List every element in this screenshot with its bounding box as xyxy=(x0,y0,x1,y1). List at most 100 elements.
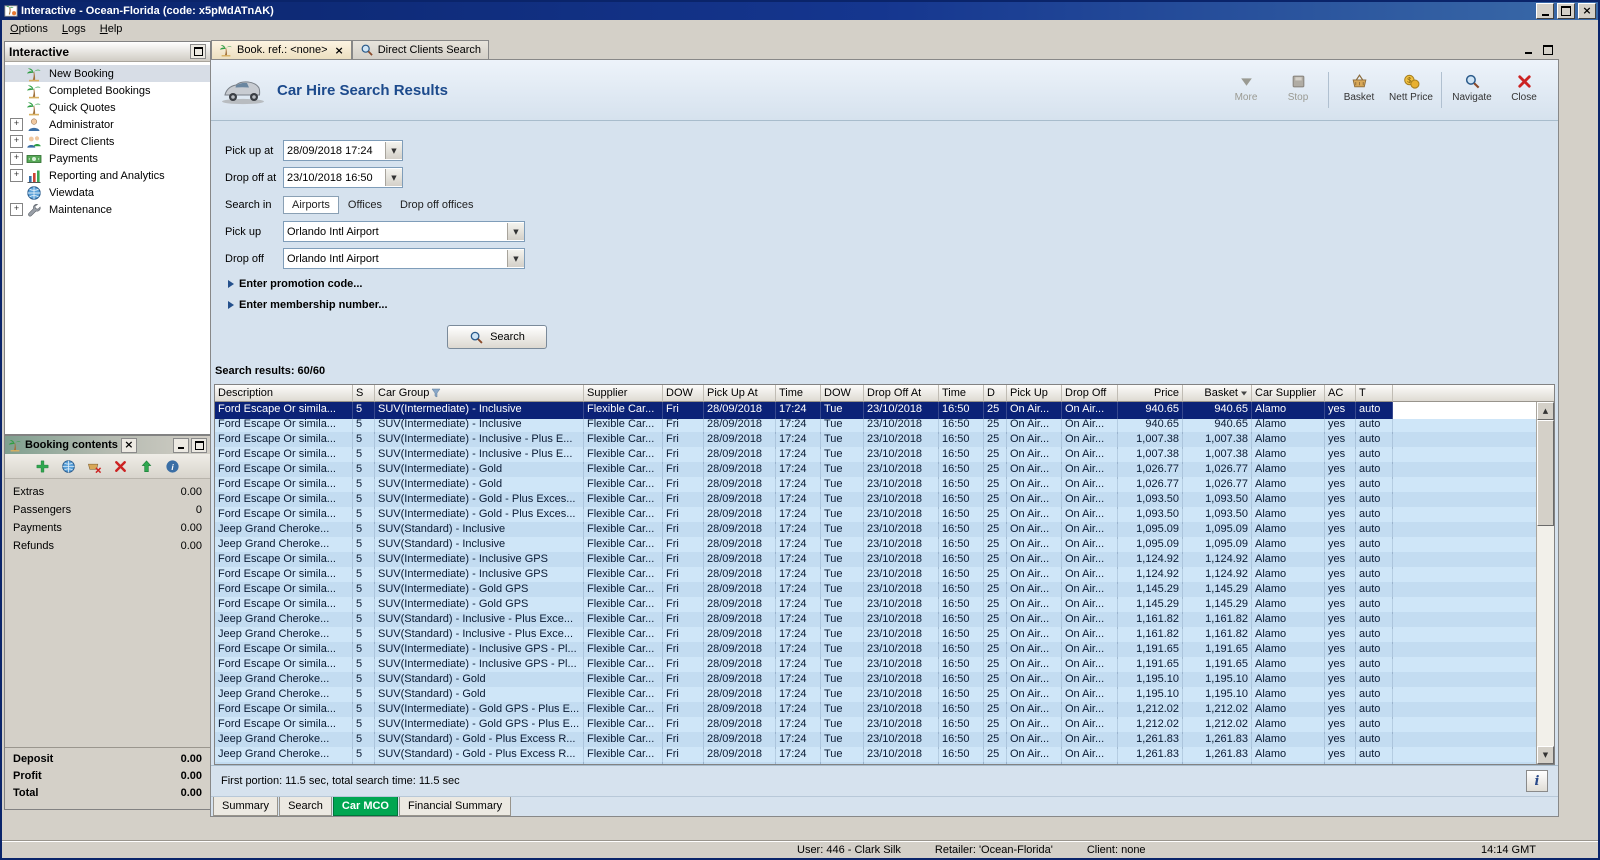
table-row[interactable]: Ford Escape Or simila... 5 SUV(Intermediat… xyxy=(215,582,1554,599)
window-minimize-button[interactable] xyxy=(1536,3,1554,19)
tab-direct-clients-search[interactable]: Direct Clients Search xyxy=(351,40,490,59)
table-row[interactable]: Ford Escape Or simila... 5 SUV(Intermediat… xyxy=(215,417,1554,434)
sidebar-item-payments[interactable]: + Payments xyxy=(5,150,210,167)
booking-item-extras[interactable]: Extras 0.00 xyxy=(11,485,204,503)
table-row[interactable]: Ford Escape Or simila... 5 SUV(Intermediat… xyxy=(215,432,1554,449)
table-row[interactable]: Jeep Grand Cheroke...5SUV(Standard) - Go… xyxy=(215,687,1554,704)
table-row[interactable]: Jeep Grand Cheroke... 5 SUV(Standard) - In… xyxy=(215,537,1554,554)
promotion-code-expander[interactable]: Enter promotion code... xyxy=(228,276,1558,292)
column-header-ac[interactable]: AC xyxy=(1325,385,1356,402)
sidebar-item-reporting-and-analytics[interactable]: + Reporting and Analytics xyxy=(5,167,210,184)
column-header-drop-off-at[interactable]: Drop Off At xyxy=(864,385,939,402)
info-button[interactable]: i xyxy=(1526,770,1548,792)
scroll-down-button[interactable]: ▼ xyxy=(1537,746,1554,764)
cartx-button[interactable] xyxy=(86,457,104,475)
search-in-airports[interactable]: Airports xyxy=(283,195,339,214)
close-button[interactable]: Close xyxy=(1498,70,1550,106)
window-close-button[interactable]: × xyxy=(1578,3,1596,19)
table-row[interactable]: Jeep Grand Cheroke... 5 SUV(Standard) - In… xyxy=(215,627,1554,644)
booking-contents-close-button[interactable]: × xyxy=(120,437,137,453)
membership-number-expander[interactable]: Enter membership number... xyxy=(228,297,1558,313)
sidebar-collapse-button[interactable] xyxy=(190,44,206,59)
table-row[interactable]: Jeep Grand Cheroke...5SUV(Standard) - Go… xyxy=(215,672,1554,689)
column-header-dow[interactable]: DOW xyxy=(663,385,704,402)
table-row[interactable]: Ford Escape Or simila... 5 SUV(Intermediat… xyxy=(215,717,1554,734)
sidebar-item-completed-bookings[interactable]: Completed Bookings xyxy=(5,82,210,99)
expand-icon[interactable]: + xyxy=(10,203,23,216)
basket-button[interactable]: Basket xyxy=(1333,70,1385,106)
pickup-at-input[interactable]: 28/09/2018 17:24 ▼ xyxy=(283,140,403,161)
booking-item-refunds[interactable]: Refunds 0.00 xyxy=(11,539,204,557)
column-header-pick-up[interactable]: Pick Up xyxy=(1007,385,1062,402)
column-header-time[interactable]: Time xyxy=(939,385,984,402)
table-row[interactable]: Jeep Grand Cheroke... 5 SUV(Standard) - In… xyxy=(215,522,1554,539)
table-row[interactable]: Ford Escape Or simila... 5 SUV(Intermediat… xyxy=(215,642,1554,659)
expand-icon[interactable]: + xyxy=(10,135,23,148)
info-button[interactable]: i xyxy=(164,457,182,475)
dropoff-location-select[interactable]: Orlando Intl Airport ▼ xyxy=(283,248,525,269)
column-header-drop-off[interactable]: Drop Off xyxy=(1062,385,1118,402)
column-header-description[interactable]: Description xyxy=(215,385,353,402)
tab-book-ref-none[interactable]: Book. ref.: <none> × xyxy=(211,40,352,59)
menu-item-logs[interactable]: Logs xyxy=(55,21,93,37)
search-in-offices[interactable]: Offices xyxy=(339,196,391,214)
vertical-scrollbar[interactable]: ▲ ▼ xyxy=(1536,402,1554,764)
table-row[interactable]: Ford Escape Or simila... 5 SUV(Intermediat… xyxy=(215,567,1554,584)
expand-icon[interactable]: + xyxy=(10,169,23,182)
sidebar-item-quick-quotes[interactable]: Quick Quotes xyxy=(5,99,210,116)
column-header-time[interactable]: Time xyxy=(776,385,821,402)
column-header-pick-up-at[interactable]: Pick Up At xyxy=(704,385,776,402)
sidebar-item-new-booking[interactable]: New Booking xyxy=(5,65,210,82)
booking-item-payments[interactable]: Payments 0.00 xyxy=(11,521,204,539)
pickup-at-dropdown-icon[interactable]: ▼ xyxy=(385,142,402,159)
scroll-up-button[interactable]: ▲ xyxy=(1537,402,1554,420)
nett-price-button[interactable]: $ Nett Price xyxy=(1385,70,1437,106)
sidebar-item-direct-clients[interactable]: + Direct Clients xyxy=(5,133,210,150)
search-in-drop-off-offices[interactable]: Drop off offices xyxy=(391,196,483,214)
navigate-button[interactable]: Navigate xyxy=(1446,70,1498,106)
table-row[interactable]: Jeep Grand Cheroke... 5 SUV(Standard) - In… xyxy=(215,612,1554,629)
table-row[interactable]: Ford Escape Or simila... 5 SUV(Intermediat… xyxy=(215,402,1554,419)
globe2-button[interactable] xyxy=(60,457,78,475)
table-row[interactable]: Jeep Grand Cheroke...5SUV(Standard) - Go… xyxy=(215,762,1554,764)
column-header-basket[interactable]: Basket xyxy=(1183,385,1252,402)
filter-icon[interactable] xyxy=(431,388,441,398)
table-row[interactable]: Ford Escape Or simila... 5 SUV(Intermediat… xyxy=(215,702,1554,719)
table-row[interactable]: Ford Escape Or simila... 5 SUV(Intermediat… xyxy=(215,462,1554,479)
table-row[interactable]: Ford Escape Or simila... 5 SUV(Intermediat… xyxy=(215,552,1554,569)
expand-icon[interactable]: + xyxy=(10,152,23,165)
pickup-location-select[interactable]: Orlando Intl Airport ▼ xyxy=(283,221,525,242)
pickup-location-dropdown-icon[interactable]: ▼ xyxy=(507,223,524,240)
dropoff-location-dropdown-icon[interactable]: ▼ xyxy=(507,250,524,267)
scroll-thumb[interactable] xyxy=(1537,420,1554,526)
sidebar-item-maintenance[interactable]: + Maintenance xyxy=(5,201,210,218)
column-header-t[interactable]: T xyxy=(1356,385,1393,402)
table-row[interactable]: Ford Escape Or simila... 5 SUV(Intermediat… xyxy=(215,507,1554,524)
window-maximize-button[interactable] xyxy=(1557,3,1575,19)
panel-minimize-button[interactable] xyxy=(1521,43,1535,56)
dropoff-at-dropdown-icon[interactable]: ▼ xyxy=(385,169,402,186)
table-row[interactable]: Ford Escape Or simila... 5 SUV(Intermediat… xyxy=(215,477,1554,494)
table-row[interactable]: Ford Escape Or simila... 5 SUV(Intermediat… xyxy=(215,597,1554,614)
column-header-price[interactable]: Price xyxy=(1118,385,1183,402)
uparrow-button[interactable] xyxy=(138,457,156,475)
booking-contents-restore-button[interactable] xyxy=(191,437,207,453)
expand-icon[interactable]: + xyxy=(10,118,23,131)
column-header-dow[interactable]: DOW xyxy=(821,385,864,402)
table-row[interactable]: Ford Escape Or simila... 5 SUV(Intermediat… xyxy=(215,657,1554,674)
bottom-tab-financial-summary[interactable]: Financial Summary xyxy=(398,797,512,816)
table-row[interactable]: Ford Escape Or simila... 5 SUV(Intermediat… xyxy=(215,492,1554,509)
plus-button[interactable] xyxy=(34,457,52,475)
column-header-supplier[interactable]: Supplier xyxy=(584,385,663,402)
dropoff-at-input[interactable]: 23/10/2018 16:50 ▼ xyxy=(283,167,403,188)
bottom-tab-search[interactable]: Search xyxy=(279,797,332,816)
panel-restore-button[interactable] xyxy=(1541,43,1555,56)
column-header-car-group[interactable]: Car Group xyxy=(375,385,584,402)
column-header-d[interactable]: D xyxy=(984,385,1007,402)
menu-item-options[interactable]: Options xyxy=(3,21,55,37)
bottom-tab-summary[interactable]: Summary xyxy=(213,797,279,816)
sidebar-item-viewdata[interactable]: Viewdata xyxy=(5,184,210,201)
booking-contents-minimize-button[interactable] xyxy=(173,437,189,453)
menu-item-help[interactable]: Help xyxy=(93,21,130,37)
bottom-tab-car-mco[interactable]: Car MCO xyxy=(332,797,398,816)
